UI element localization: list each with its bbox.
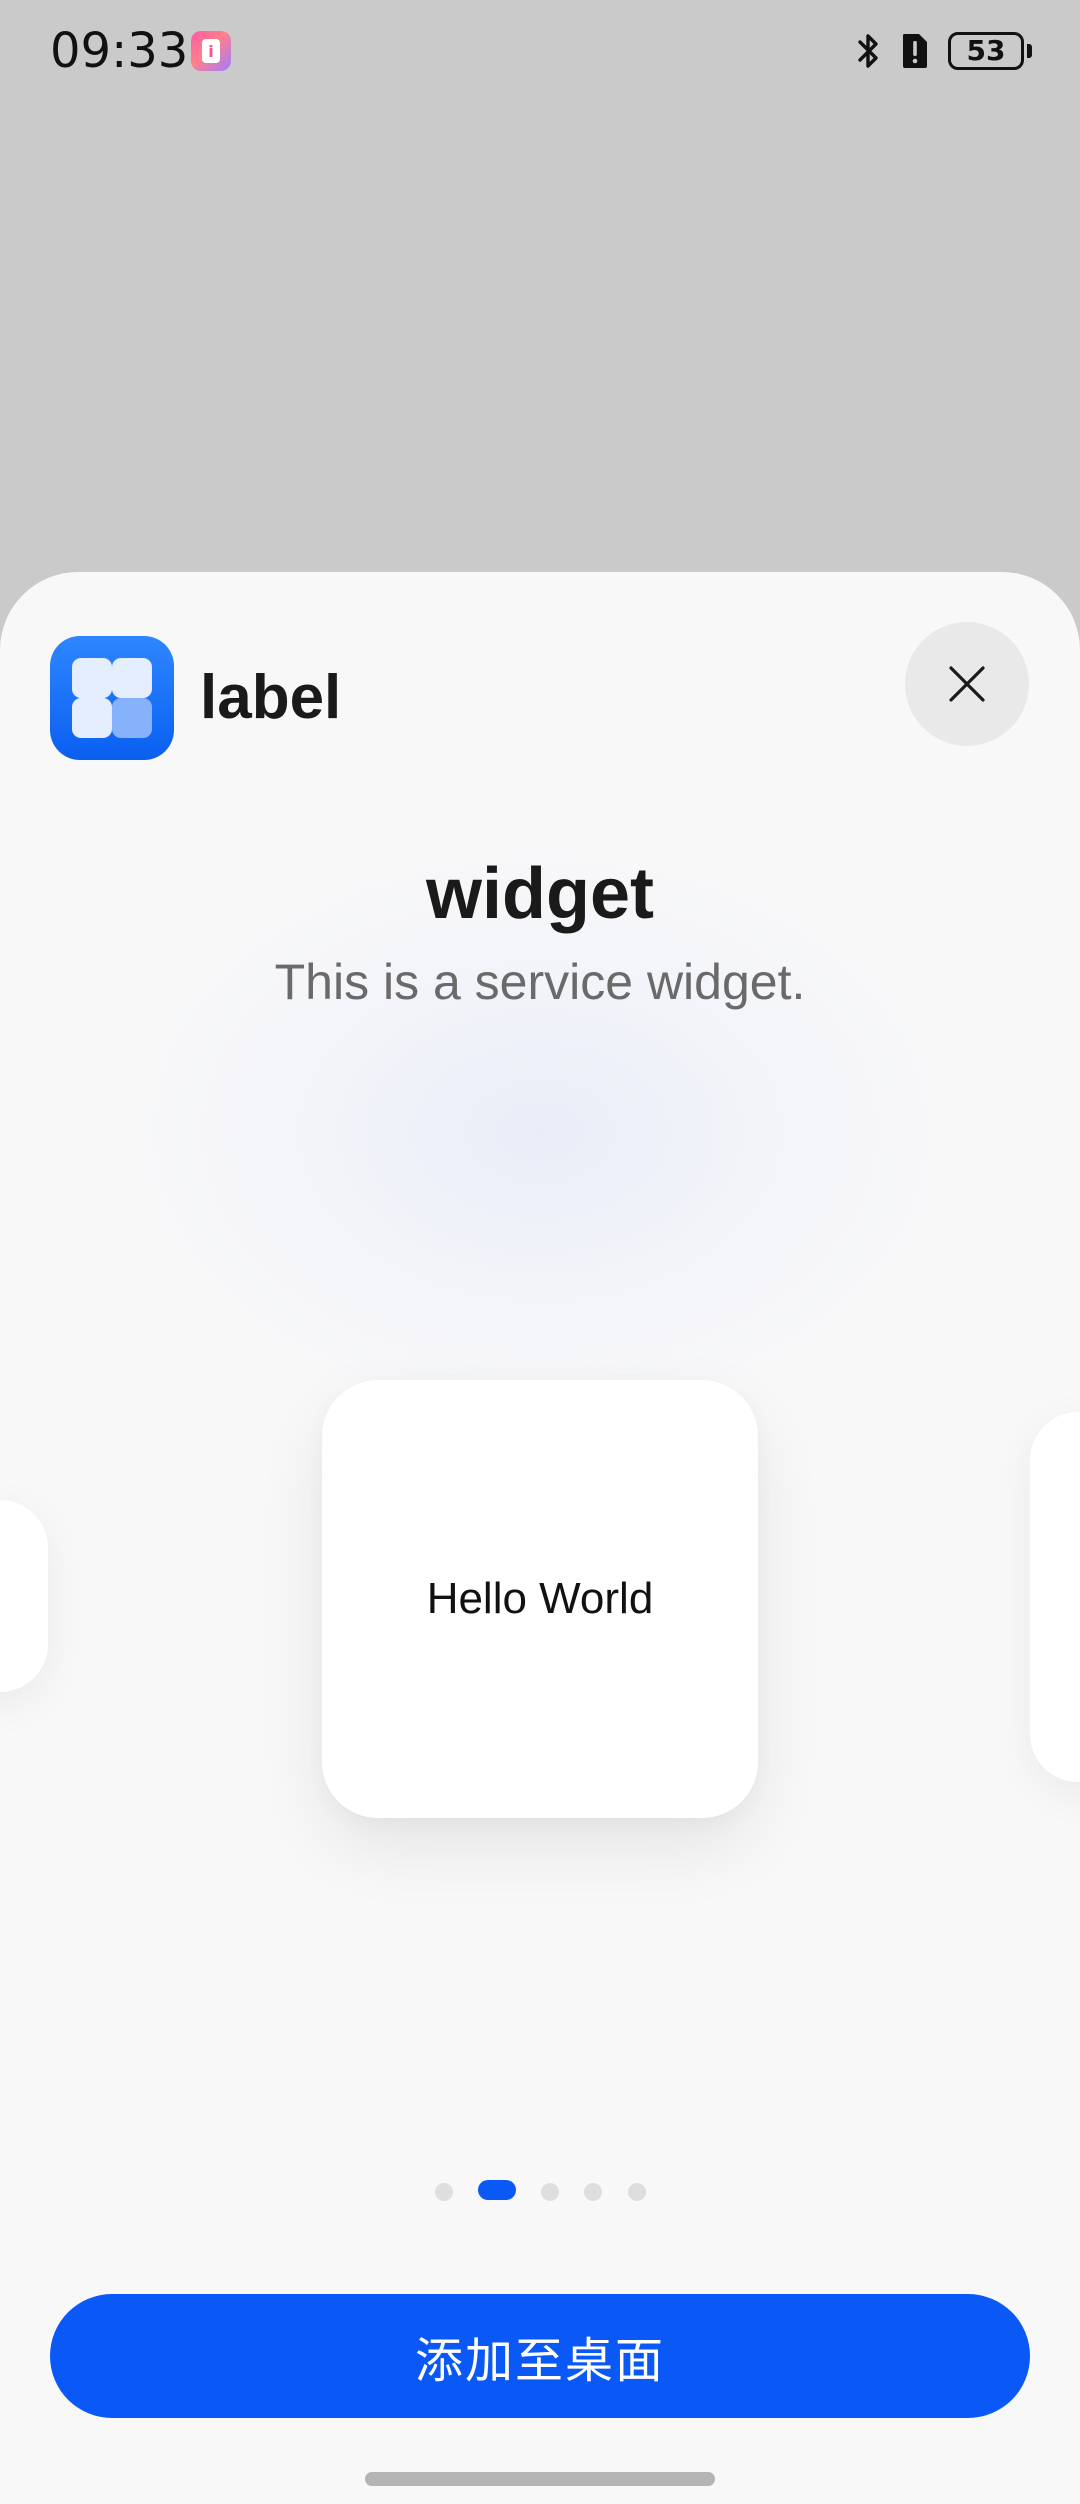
widget-card-text: Hello World xyxy=(426,1574,654,1623)
previous-widget-preview[interactable] xyxy=(0,1500,48,1692)
home-indicator[interactable] xyxy=(365,2472,715,2486)
add-widget-sheet: label widget This is a service widget. H… xyxy=(0,572,1080,2504)
sim-alert-icon xyxy=(903,34,927,68)
status-time: 09:33 xyxy=(50,23,189,79)
app-notification-icon: i xyxy=(191,31,231,71)
battery-tip xyxy=(1027,44,1032,58)
battery-indicator: 53 xyxy=(948,32,1024,70)
app-notification-glyph: i xyxy=(202,39,220,63)
grid-app-icon xyxy=(50,636,174,760)
close-icon xyxy=(949,666,985,702)
page-dot xyxy=(584,2183,602,2201)
bluetooth-icon xyxy=(858,34,878,68)
app-icon-cell xyxy=(112,658,152,698)
next-widget-preview[interactable] xyxy=(1030,1412,1080,1782)
page-indicator xyxy=(0,2180,1080,2204)
page-dot xyxy=(628,2183,646,2201)
add-to-desktop-button[interactable]: 添加至桌面 xyxy=(50,2294,1030,2418)
app-icon-cell xyxy=(112,698,152,738)
widget-title: widget xyxy=(426,854,654,934)
battery-level: 53 xyxy=(966,34,1006,67)
close-button[interactable] xyxy=(905,622,1029,746)
status-indicators: 53 xyxy=(854,28,1032,74)
app-label: label xyxy=(200,663,342,732)
widget-preview-card[interactable]: Hello World xyxy=(322,1380,758,1818)
background-glow xyxy=(140,852,940,1412)
app-icon-cell xyxy=(72,658,112,698)
app-icon-cell xyxy=(72,698,112,738)
page-dot xyxy=(541,2183,559,2201)
widget-description: This is a service widget. xyxy=(274,954,806,1010)
status-bar: 09:33 i 53 xyxy=(0,0,1080,100)
page-dot-active xyxy=(478,2180,516,2200)
page-dot xyxy=(435,2183,453,2201)
